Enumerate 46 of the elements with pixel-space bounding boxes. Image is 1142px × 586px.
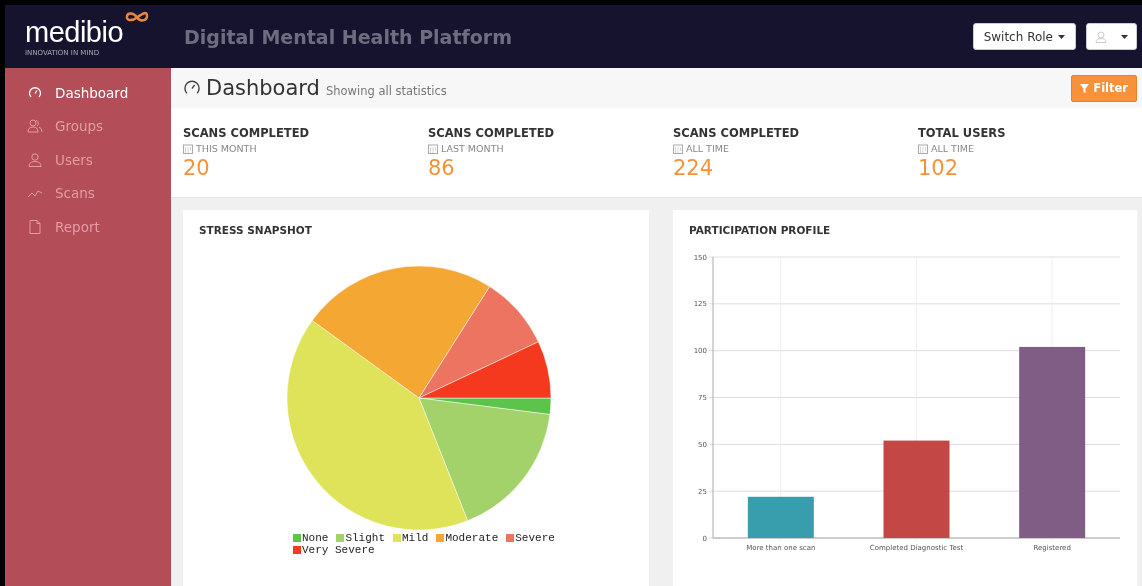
legend-label: Moderate — [445, 532, 499, 544]
calendar-icon — [428, 143, 438, 154]
line-chart-icon — [28, 188, 42, 199]
group-icon — [27, 119, 43, 134]
legend-label: Very Severe — [302, 544, 375, 556]
card-title: STRESS SNAPSHOT — [199, 224, 313, 236]
stat-label: TOTAL USERS — [918, 126, 1007, 140]
calendar-icon — [183, 143, 193, 154]
stat-period: THIS MONTH — [196, 143, 257, 154]
infinity-icon — [124, 10, 151, 24]
sidebar-item[interactable]: Scans — [5, 176, 171, 210]
stat-value: 224 — [673, 156, 715, 180]
page-subtitle: Showing all statistics — [325, 83, 448, 98]
stat-period: ALL TIME — [931, 143, 974, 154]
sidebar-item[interactable]: Report — [5, 210, 171, 244]
stat-label: SCANS COMPLETED — [428, 126, 556, 140]
card-title: PARTICIPATION PROFILE — [689, 224, 832, 236]
stat-value: 20 — [183, 156, 211, 180]
calendar-icon — [918, 143, 928, 154]
legend-label: Mild — [402, 532, 429, 544]
legend-label: Severe — [515, 532, 555, 544]
user-menu-button[interactable] — [1086, 23, 1137, 50]
sidebar-item[interactable]: Users — [5, 143, 171, 177]
page-title: Dashboard — [183, 76, 320, 100]
stat-value: 86 — [428, 156, 456, 180]
legend-label: None — [302, 532, 329, 544]
stat-period: ALL TIME — [686, 143, 729, 154]
gauge-icon — [28, 85, 42, 100]
legend-label: Slight — [345, 532, 385, 544]
filter-icon — [1080, 83, 1090, 93]
app-title: Digital Mental Health Platform — [184, 25, 513, 48]
stat-label: SCANS COMPLETED — [183, 126, 311, 140]
stat-label: SCANS COMPLETED — [673, 126, 801, 140]
filter-button[interactable]: Filter — [1071, 74, 1137, 102]
switch-role-button[interactable]: Switch Role — [972, 23, 1076, 50]
caret-icon — [1121, 34, 1128, 39]
sidebar-item[interactable]: Dashboard — [5, 76, 171, 110]
stat-value: 102 — [918, 156, 960, 180]
stat-period: LAST MONTH — [441, 143, 504, 154]
document-icon — [29, 219, 41, 234]
calendar-icon — [673, 143, 683, 154]
caret-icon — [1058, 34, 1065, 39]
user-icon — [28, 152, 42, 167]
sidebar-item[interactable]: Groups — [5, 109, 171, 143]
logo-text: medibio — [25, 16, 124, 47]
user-icon — [1095, 30, 1107, 43]
